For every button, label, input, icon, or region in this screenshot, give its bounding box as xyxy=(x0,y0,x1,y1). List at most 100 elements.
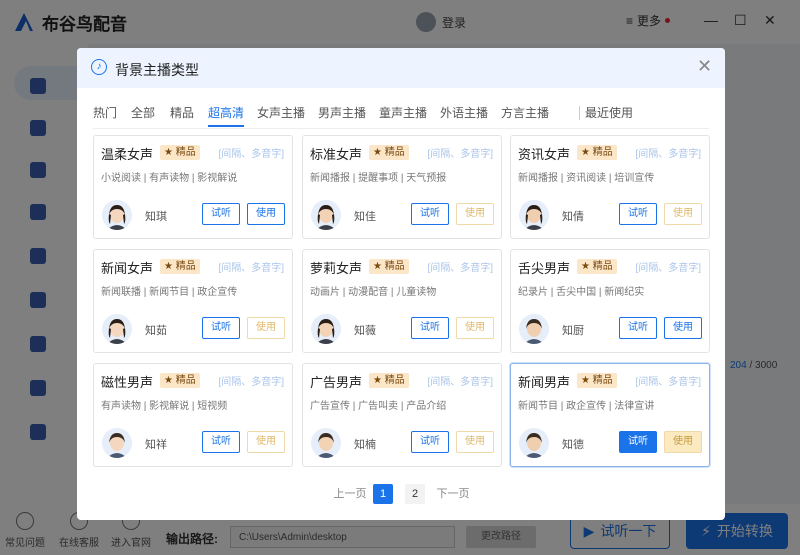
voice-avatar xyxy=(519,428,549,458)
premium-badge: ★ 精品 xyxy=(160,259,200,274)
voice-card[interactable]: 温柔女声 ★ 精品 [间隔、多音字] 小说阅读 | 有声读物 | 影视解说知琪 试听 使用 xyxy=(93,135,293,239)
avatar-face-icon xyxy=(311,314,341,344)
feature-tags: [间隔、多音字] xyxy=(635,149,701,160)
use-voice-button[interactable]: 使用 xyxy=(456,431,494,453)
premium-badge: ★ 精品 xyxy=(160,373,200,388)
voice-card[interactable]: 新闻男声 ★ 精品 [间隔、多音字] 新闻节目 | 政企宣传 | 法律宣讲 知德 试听 使用 xyxy=(510,363,710,467)
premium-badge: ★ 精品 xyxy=(577,145,617,160)
dialog-header: ♪ 背景主播类型 ✕ xyxy=(77,48,725,88)
voice-card[interactable]: 萝莉女声 ★ 精品 [间隔、多音字] 动画片 | 动漫配音 | 儿童读物 知薇 试听 使用 xyxy=(302,249,502,353)
voice-use-cases: 动画片 | 动漫配音 | 儿童读物 xyxy=(310,287,437,298)
avatar-face-icon xyxy=(102,314,132,344)
voice-style-name: 标准女声 xyxy=(310,147,363,162)
feature-tags: [间隔、多音字] xyxy=(635,377,701,388)
avatar-face-icon xyxy=(311,200,341,230)
try-listen-button[interactable]: 试听 xyxy=(619,317,657,339)
anchor-type-dialog: ♪ 背景主播类型 ✕ 热门 全部 精品 超高清 女声主播 男声主播 童声主播 外… xyxy=(77,48,725,520)
tab-recent[interactable]: 最近使用 xyxy=(585,104,633,121)
premium-badge: ★ 精品 xyxy=(577,373,617,388)
tab-all[interactable]: 全部 xyxy=(131,104,155,121)
feature-tags: [间隔、多音字] xyxy=(218,149,284,160)
voice-style-name: 广告男声 xyxy=(310,375,363,390)
voice-use-cases: 广告宣传 | 广告叫卖 | 产品介绍 xyxy=(310,401,447,412)
voice-actor-name: 知琪 xyxy=(145,211,167,223)
voice-avatar xyxy=(311,200,341,230)
premium-badge: ★ 精品 xyxy=(160,145,200,160)
use-voice-button[interactable]: 使用 xyxy=(456,203,494,225)
try-listen-button[interactable]: 试听 xyxy=(202,431,240,453)
try-listen-button[interactable]: 试听 xyxy=(202,317,240,339)
voice-style-name: 新闻男声 xyxy=(518,375,571,390)
voice-card[interactable]: 广告男声 ★ 精品 [间隔、多音字] 广告宣传 | 广告叫卖 | 产品介绍知楠 试听 使用 xyxy=(302,363,502,467)
feature-tags: [间隔、多音字] xyxy=(218,263,284,274)
voice-avatar xyxy=(311,428,341,458)
feature-tags: [间隔、多音字] xyxy=(635,263,701,274)
use-voice-button[interactable]: 使用 xyxy=(247,431,285,453)
voice-avatar xyxy=(102,428,132,458)
voice-card[interactable]: 舌尖男声 ★ 精品 [间隔、多音字] 纪录片 | 舌尖中国 | 新闻纪实 知厨 试听 使用 xyxy=(510,249,710,353)
voice-style-name: 新闻女声 xyxy=(101,261,154,276)
voice-actor-name: 知佳 xyxy=(354,211,376,223)
try-listen-button[interactable]: 试听 xyxy=(411,317,449,339)
tab-divider xyxy=(579,106,580,120)
music-note-icon: ♪ xyxy=(91,59,107,75)
voice-use-cases: 新闻联播 | 新闻节目 | 政企宣传 xyxy=(101,287,238,298)
next-page-link[interactable]: 下一页 xyxy=(433,484,473,504)
premium-badge: ★ 精品 xyxy=(369,259,409,274)
voice-style-name: 萝莉女声 xyxy=(310,261,363,276)
dialog-title: 背景主播类型 xyxy=(115,62,199,78)
tab-premium[interactable]: 精品 xyxy=(170,104,194,121)
voice-use-cases: 新闻播报 | 资讯阅读 | 培训宣传 xyxy=(518,173,655,184)
voice-actor-name: 知茹 xyxy=(145,325,167,337)
prev-page-link[interactable]: 上一页 xyxy=(333,484,367,504)
voice-style-name: 资讯女声 xyxy=(518,147,571,162)
voice-avatar xyxy=(102,200,132,230)
try-listen-button[interactable]: 试听 xyxy=(619,203,657,225)
voice-actor-name: 知祥 xyxy=(145,439,167,451)
avatar-face-icon xyxy=(519,428,549,458)
feature-tags: [间隔、多音字] xyxy=(427,377,493,388)
premium-badge: ★ 精品 xyxy=(369,145,409,160)
feature-tags: [间隔、多音字] xyxy=(427,263,493,274)
voice-use-cases: 小说阅读 | 有声读物 | 影视解说 xyxy=(101,173,238,184)
premium-badge: ★ 精品 xyxy=(369,373,409,388)
feature-tags: [间隔、多音字] xyxy=(218,377,284,388)
avatar-face-icon xyxy=(311,428,341,458)
voice-card[interactable]: 资讯女声 ★ 精品 [间隔、多音字] 新闻播报 | 资讯阅读 | 培训宣传知倩 试听 使用 xyxy=(510,135,710,239)
tab-female[interactable]: 女声主播 xyxy=(257,104,305,121)
tab-male[interactable]: 男声主播 xyxy=(318,104,366,121)
use-voice-button[interactable]: 使用 xyxy=(247,317,285,339)
avatar-face-icon xyxy=(519,200,549,230)
dialog-close-icon[interactable]: ✕ xyxy=(697,56,712,77)
try-listen-button[interactable]: 试听 xyxy=(411,203,449,225)
page-2-button[interactable]: 2 xyxy=(405,484,425,504)
voice-card[interactable]: 磁性男声 ★ 精品 [间隔、多音字] 有声读物 | 影视解说 | 短视频知祥 试听 使用 xyxy=(93,363,293,467)
try-listen-button[interactable]: 试听 xyxy=(619,431,657,453)
voice-actor-name: 知厨 xyxy=(562,325,584,337)
page-1-button[interactable]: 1 xyxy=(373,484,393,504)
voice-avatar xyxy=(311,314,341,344)
voice-actor-name: 知倩 xyxy=(562,211,584,223)
tab-child[interactable]: 童声主播 xyxy=(379,104,427,121)
tab-underline-rule xyxy=(93,128,709,129)
use-voice-button[interactable]: 使用 xyxy=(247,203,285,225)
tab-foreign[interactable]: 外语主播 xyxy=(440,104,488,121)
tab-dialect[interactable]: 方言主播 xyxy=(501,104,549,121)
use-voice-button[interactable]: 使用 xyxy=(664,203,702,225)
voice-card[interactable]: 新闻女声 ★ 精品 [间隔、多音字] 新闻联播 | 新闻节目 | 政企宣传知茹 试听 使用 xyxy=(93,249,293,353)
avatar-face-icon xyxy=(519,314,549,344)
try-listen-button[interactable]: 试听 xyxy=(202,203,240,225)
voice-card[interactable]: 标准女声 ★ 精品 [间隔、多音字] 新闻播报 | 提醒事项 | 天气预报 知佳 试听 使用 xyxy=(302,135,502,239)
use-voice-button[interactable]: 使用 xyxy=(664,431,702,453)
tab-ultra-hd[interactable]: 超高清 xyxy=(208,104,245,127)
voice-actor-name: 知楠 xyxy=(354,439,376,451)
voice-style-name: 磁性男声 xyxy=(101,375,154,390)
voice-avatar xyxy=(519,314,549,344)
use-voice-button[interactable]: 使用 xyxy=(456,317,494,339)
voice-use-cases: 有声读物 | 影视解说 | 短视频 xyxy=(101,401,228,412)
try-listen-button[interactable]: 试听 xyxy=(411,431,449,453)
voice-style-name: 温柔女声 xyxy=(101,147,154,162)
use-voice-button[interactable]: 使用 xyxy=(664,317,702,339)
tab-hot[interactable]: 热门 xyxy=(93,104,117,121)
feature-tags: [间隔、多音字] xyxy=(427,149,493,160)
